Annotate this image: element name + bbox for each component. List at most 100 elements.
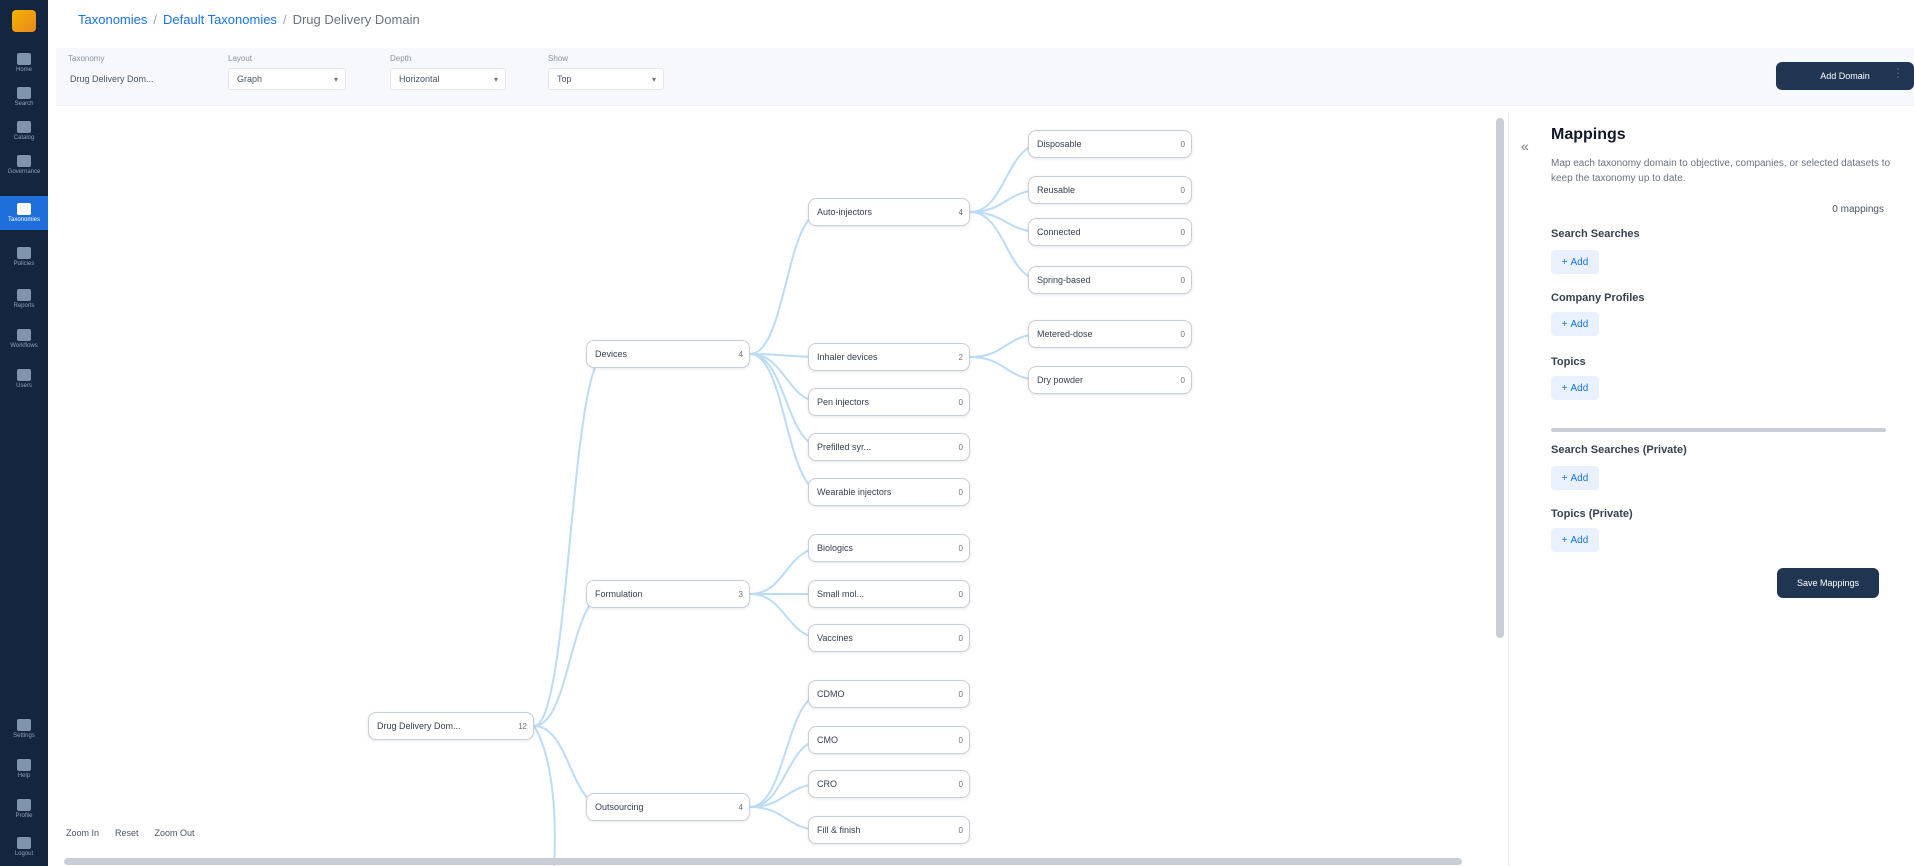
add-company-button[interactable]: +Add xyxy=(1551,312,1599,336)
tree-node[interactable]: CDMO 0 xyxy=(808,680,970,708)
sidebar-item-settings[interactable]: Settings xyxy=(0,712,48,746)
tree-node[interactable]: Pen injectors 0 xyxy=(808,388,970,416)
sidebar-item-governance[interactable]: Governance xyxy=(0,148,48,182)
sidebar-item-profile[interactable]: Profile xyxy=(0,792,48,826)
horizontal-scrollbar[interactable] xyxy=(64,858,1462,865)
tree-node-count: 0 xyxy=(1181,228,1185,237)
tree-node-count: 0 xyxy=(959,488,963,497)
sidebar-item-workflows[interactable]: Workflows xyxy=(0,322,48,356)
tree-node[interactable]: Prefilled syr... 0 xyxy=(808,433,970,461)
taxonomy-filter-label: Taxonomy xyxy=(68,54,186,63)
tree-node[interactable]: Spring-based0 xyxy=(1028,266,1192,294)
sidebar-item-logout[interactable]: Logout xyxy=(0,830,48,864)
sidebar-item-home[interactable]: Home xyxy=(0,46,48,80)
section-label: Search Searches xyxy=(1551,228,1640,240)
tree-node-count: 0 xyxy=(959,634,963,643)
breadcrumb-taxonomies-link[interactable]: Taxonomies xyxy=(78,12,147,27)
tree-node-count: 0 xyxy=(959,398,963,407)
save-mappings-button[interactable]: Save Mappings xyxy=(1777,568,1879,598)
sidebar-item-users[interactable]: Users xyxy=(0,362,48,396)
add-private-search-button[interactable]: +Add xyxy=(1551,466,1599,490)
tree-node[interactable]: Auto-injectors4 xyxy=(808,198,970,226)
tree-node[interactable]: Inhaler devices2 xyxy=(808,343,970,371)
tree-node[interactable]: Devices4 xyxy=(586,340,750,368)
tree-node-label: Biologics xyxy=(817,543,853,553)
tree-node[interactable]: Outsourcing4 xyxy=(586,793,750,821)
tree-node-label: Pen injectors xyxy=(817,397,869,407)
tree-node-count: 0 xyxy=(959,690,963,699)
zoom-reset-button[interactable]: Reset xyxy=(115,828,139,838)
sidebar-item-reports[interactable]: Reports xyxy=(0,282,48,316)
collapse-panel-icon[interactable]: « xyxy=(1521,138,1529,154)
tree-node-label: CDMO xyxy=(817,689,845,699)
breadcrumb-separator: / xyxy=(153,12,157,27)
tree-node-label: Prefilled syr... xyxy=(817,442,871,452)
depth-select[interactable]: Horizontal▾ xyxy=(390,68,506,90)
tree-node[interactable]: Formulation3 xyxy=(586,580,750,608)
tree-node-root[interactable]: Drug Delivery Dom...12 xyxy=(368,712,534,740)
tree-node-count: 0 xyxy=(959,443,963,452)
sidebar-item-label: Profile xyxy=(15,813,32,819)
tree-node[interactable]: Wearable injectors 0 xyxy=(808,478,970,506)
sidebar-item-label: Policies xyxy=(14,261,35,267)
sidebar-item-search[interactable]: Search xyxy=(0,80,48,114)
tree-node-count: 0 xyxy=(1181,276,1185,285)
panel-title: Mappings xyxy=(1551,126,1626,144)
tree-node-label: Connected xyxy=(1037,227,1081,237)
vertical-scrollbar[interactable] xyxy=(1496,118,1504,638)
sidebar-item-taxonomies[interactable]: Taxonomies xyxy=(0,196,48,230)
scope-filter: Show Top▾ xyxy=(548,54,664,90)
chevron-down-icon: ▾ xyxy=(494,75,498,84)
catalog-icon xyxy=(17,121,31,133)
tree-node-count: 0 xyxy=(959,736,963,745)
sidebar-item-label: Logout xyxy=(15,851,33,857)
scope-select-value: Top xyxy=(557,74,572,84)
add-search-button[interactable]: +Add xyxy=(1551,250,1599,274)
sidebar-item-label: Catalog xyxy=(14,135,35,141)
add-button-label: Add xyxy=(1571,257,1589,268)
tree-node[interactable]: Dry powder0 xyxy=(1028,366,1192,394)
breadcrumb-separator: / xyxy=(283,12,287,27)
mapping-count: 0 mappings xyxy=(1832,204,1884,215)
section-label: Topics (Private) xyxy=(1551,508,1633,520)
taxonomy-select[interactable]: Drug Delivery Dom... xyxy=(68,68,186,90)
breadcrumb-default-taxonomies-link[interactable]: Default Taxonomies xyxy=(163,12,277,27)
tree-node-count: 0 xyxy=(959,826,963,835)
sidebar-item-policies[interactable]: Policies xyxy=(0,240,48,274)
section-label: Topics xyxy=(1551,356,1586,368)
section-label: Search Searches (Private) xyxy=(1551,444,1687,456)
more-options-icon[interactable]: ⋮ xyxy=(1892,66,1904,80)
tree-node[interactable]: Disposable0 xyxy=(1028,130,1192,158)
tree-node[interactable]: Biologics0 xyxy=(808,534,970,562)
tree-node-label: Small mol... xyxy=(817,589,864,599)
mappings-panel: « Mappings Map each taxonomy domain to o… xyxy=(1508,112,1914,866)
tree-node-label: Wearable injectors xyxy=(817,487,891,497)
home-icon xyxy=(17,53,31,65)
add-private-topic-button[interactable]: +Add xyxy=(1551,528,1599,552)
tree-node-label: Dry powder xyxy=(1037,375,1083,385)
tree-node[interactable]: Reusable0 xyxy=(1028,176,1192,204)
layout-select[interactable]: Graph▾ xyxy=(228,68,346,90)
tree-node[interactable]: CMO0 xyxy=(808,726,970,754)
tree-node[interactable]: Fill & finish0 xyxy=(808,816,970,844)
tree-node-label: Devices xyxy=(595,349,627,359)
add-topic-button[interactable]: +Add xyxy=(1551,376,1599,400)
tree-node[interactable]: Metered-dose0 xyxy=(1028,320,1192,348)
tree-node[interactable]: Vaccines0 xyxy=(808,624,970,652)
gear-icon xyxy=(17,719,31,731)
tree-node[interactable]: Small mol...0 xyxy=(808,580,970,608)
tree-node-count: 4 xyxy=(739,803,743,812)
zoom-in-button[interactable]: Zoom In xyxy=(66,828,99,838)
tree-node[interactable]: Connected 0 xyxy=(1028,218,1192,246)
sidebar-item-catalog[interactable]: Catalog xyxy=(0,114,48,148)
user-icon xyxy=(17,799,31,811)
sidebar-item-help[interactable]: Help xyxy=(0,752,48,786)
tree-node-label: Disposable xyxy=(1037,139,1082,149)
zoom-out-button[interactable]: Zoom Out xyxy=(155,828,195,838)
scope-select[interactable]: Top▾ xyxy=(548,68,664,90)
app-logo-icon[interactable] xyxy=(12,10,36,32)
users-icon xyxy=(17,369,31,381)
plus-icon: + xyxy=(1562,257,1568,268)
taxonomy-tree-canvas[interactable]: Drug Delivery Dom...12 Devices4 Formulat… xyxy=(56,112,1496,866)
tree-node[interactable]: CRO0 xyxy=(808,770,970,798)
